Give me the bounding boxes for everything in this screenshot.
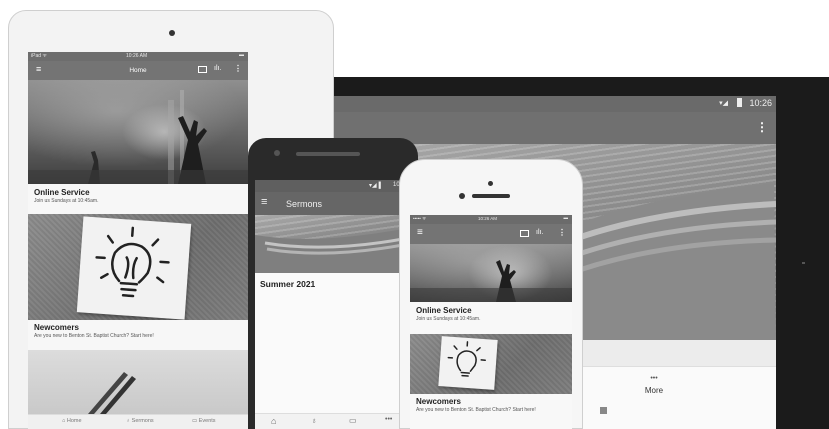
page-title: Sermons — [286, 199, 323, 209]
iphone-status-bar: ••••• ᯤ 10:26 AM ▬ — [410, 215, 572, 224]
calendar-icon: ▭ — [192, 418, 198, 424]
lightbulb-icon — [95, 226, 170, 298]
android-status-bar: ▾◢▐ 10 — [255, 180, 403, 192]
tablet-sensor — [802, 262, 805, 264]
ipad-bottom-nav: ⌂ Home ♁ Sermons ▭ Events — [28, 414, 248, 429]
card-title: Online Service — [416, 306, 472, 315]
status-carrier: ••••• ᯤ — [413, 216, 427, 221]
newcomers-image[interactable] — [28, 214, 248, 320]
signal-icon: ▾◢ — [719, 100, 728, 107]
status-time: 10:26 AM — [478, 216, 498, 221]
card-title: Newcomers — [416, 397, 461, 406]
audio-bars-icon[interactable]: ılı. — [536, 229, 543, 236]
lightbulb-icon — [447, 341, 486, 377]
ipad-camera — [169, 30, 175, 36]
status-time: 10:26 AM — [126, 53, 148, 59]
card-online-service[interactable]: Online Service Join us Sundays at 10:45a… — [410, 302, 572, 332]
ipad-status-bar: iPad ᯤ 10:26 AM ▬ — [28, 52, 248, 61]
card-subtitle: Join us Sundays at 10:45am. — [416, 316, 481, 322]
phone-camera — [274, 150, 280, 156]
android-app-bar: ≡ Sermons — [255, 192, 403, 215]
newcomers-image[interactable] — [410, 334, 572, 394]
open-book-illustration — [255, 229, 403, 273]
phone-front-sensor — [488, 181, 493, 186]
iphone-screen: ••••• ᯤ 10:26 AM ▬ ≡ ılı. ⋮ Online Servi… — [410, 215, 572, 429]
battery-icon: ▬ — [239, 52, 244, 58]
nav-item-sermons[interactable]: ♁ Sermons — [126, 418, 154, 424]
card-subtitle: Are you new to Benton St. Baptist Church… — [416, 407, 536, 413]
overflow-menu-icon[interactable]: ⋮ — [558, 228, 566, 237]
battery-icon — [737, 98, 742, 107]
series-list: Summer 2021 — [255, 273, 403, 413]
card-subtitle: Join us Sundays at 10:45am. — [34, 198, 99, 204]
calendar-icon[interactable]: ▭ — [349, 416, 357, 425]
phone-camera — [459, 193, 465, 199]
series-title[interactable]: Summer 2021 — [260, 279, 315, 289]
square-indicator-icon — [600, 407, 607, 414]
iphone-app-bar: ≡ ılı. ⋮ — [410, 224, 572, 244]
online-service-image[interactable] — [410, 244, 572, 302]
nav-item-home[interactable]: ⌂ Home — [62, 418, 82, 424]
android-bottom-nav: ⌂ ♁ ▭ ••• — [255, 413, 403, 429]
ipad-app-bar: ≡ Home ılı. ⋮ — [28, 61, 248, 80]
cast-icon[interactable] — [198, 66, 207, 73]
tablet-status-bar: ▾◢ 10:26 — [334, 96, 776, 112]
more-icon: ••• — [650, 375, 658, 382]
overflow-menu-icon[interactable]: ⋮ — [756, 121, 768, 133]
battery-icon: ▬ — [563, 215, 569, 220]
card-online-service[interactable]: Online Service Join us Sundays at 10:45a… — [28, 184, 248, 212]
pencils-image[interactable] — [28, 350, 248, 414]
microphone-icon: ♁ — [126, 418, 131, 424]
raised-hands-illustration — [410, 260, 572, 302]
status-time: 10:26 — [749, 98, 772, 108]
sermon-series-image[interactable] — [255, 215, 403, 273]
card-newcomers[interactable]: Newcomers Are you new to Benton St. Bapt… — [410, 394, 572, 429]
nav-item-more[interactable]: ••• More — [634, 375, 674, 395]
home-icon: ⌂ — [62, 418, 66, 424]
card-newcomers[interactable]: Newcomers Are you new to Benton St. Bapt… — [28, 320, 248, 348]
more-icon[interactable]: ••• — [385, 416, 392, 423]
hamburger-menu-icon[interactable]: ≡ — [417, 228, 423, 238]
phone-speaker — [472, 194, 510, 198]
signal-icon: ▾◢▐ — [369, 183, 381, 189]
nav-item-events[interactable]: ▭ Events — [192, 418, 216, 424]
overflow-menu-icon[interactable]: ⋮ — [234, 64, 242, 73]
hamburger-menu-icon[interactable]: ≡ — [261, 197, 267, 208]
sticky-note — [438, 336, 498, 390]
online-service-image[interactable] — [28, 80, 248, 184]
nav-events-label: Events — [198, 418, 216, 424]
phone-speaker — [296, 152, 360, 156]
microphone-icon[interactable]: ♁ — [311, 416, 317, 425]
card-subtitle: Are you new to Benton St. Baptist Church… — [34, 333, 154, 339]
ipad-screen: iPad ᯤ 10:26 AM ▬ ≡ Home ılı. ⋮ Online S… — [28, 52, 248, 429]
home-icon[interactable]: ⌂ — [271, 416, 276, 426]
card-title: Online Service — [34, 188, 90, 197]
audio-bars-icon[interactable]: ılı. — [214, 65, 221, 72]
raised-hands-illustration — [28, 90, 248, 184]
android-screen: ▾◢▐ 10 ≡ Sermons Summer 2021 ⌂ ♁ ▭ ••• — [255, 180, 403, 429]
cast-icon[interactable] — [520, 230, 529, 237]
sticky-note — [76, 216, 192, 320]
pencils-illustration — [88, 372, 136, 414]
card-title: Newcomers — [34, 323, 79, 332]
nav-sermons-label: Sermons — [131, 418, 154, 424]
nav-home-label: Home — [66, 418, 82, 424]
nav-more-label: More — [644, 386, 664, 395]
status-carrier: iPad ᯤ — [31, 53, 47, 59]
